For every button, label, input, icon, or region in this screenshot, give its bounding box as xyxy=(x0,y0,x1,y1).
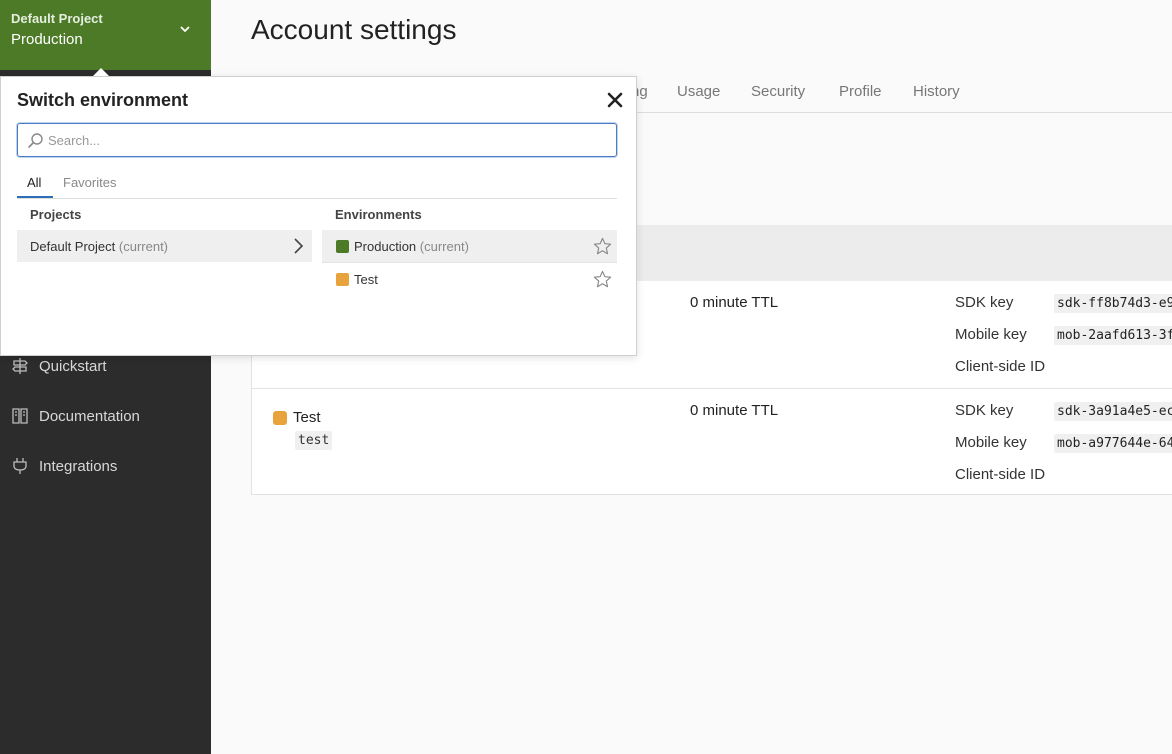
mobile-key-value[interactable]: mob-a977644e-64 xyxy=(1054,434,1172,453)
client-side-id-label: Client-side ID xyxy=(955,358,1046,375)
switch-environment-popover: Switch environment All Favorites Project… xyxy=(0,76,637,356)
environment-item-production[interactable]: Production (current) xyxy=(322,230,617,262)
search-input[interactable] xyxy=(48,129,608,151)
book-icon xyxy=(12,408,28,424)
popover-pointer xyxy=(93,68,109,76)
tab-security[interactable]: Security xyxy=(751,83,805,100)
page-title: Account settings xyxy=(251,14,457,45)
environment-color-swatch xyxy=(336,273,349,286)
chevron-down-icon xyxy=(180,26,190,33)
tab-usage[interactable]: Usage xyxy=(677,83,720,100)
project-item-default[interactable]: Default Project (current) xyxy=(17,230,312,262)
signpost-icon xyxy=(12,358,28,374)
sdk-key-value[interactable]: sdk-3a91a4e5-ec xyxy=(1054,402,1172,421)
tab-history[interactable]: History xyxy=(913,83,960,100)
close-icon[interactable] xyxy=(605,90,625,110)
sdk-key-label: SDK key xyxy=(955,294,1014,311)
popover-tabs: All Favorites xyxy=(17,169,617,199)
active-tab-indicator xyxy=(17,196,53,198)
sidebar-item-label: Documentation xyxy=(39,408,140,425)
current-project-name: Default Project xyxy=(11,11,103,26)
environment-key: test xyxy=(295,431,333,450)
chevron-right-icon xyxy=(294,238,304,254)
sidebar-item-documentation[interactable]: Documentation xyxy=(0,399,211,435)
sidebar-item-integrations[interactable]: Integrations xyxy=(0,449,211,485)
popover-title: Switch environment xyxy=(17,90,189,110)
sdk-key-value[interactable]: sdk-ff8b74d3-e9 xyxy=(1054,294,1172,313)
sidebar-item-label: Quickstart xyxy=(39,358,107,375)
tab-profile[interactable]: Profile xyxy=(839,83,882,100)
sdk-key-label: SDK key xyxy=(955,402,1014,419)
search-icon xyxy=(28,133,43,148)
client-side-id-label: Client-side ID xyxy=(955,466,1046,483)
star-icon[interactable] xyxy=(593,270,612,289)
mobile-key-label: Mobile key xyxy=(955,326,1027,343)
environment-name: Test xyxy=(293,409,321,426)
table-row: Test test 0 minute TTL SDK key sdk-3a91a… xyxy=(252,388,1172,495)
environments-heading: Environments xyxy=(335,207,422,222)
projects-heading: Projects xyxy=(30,207,82,222)
environment-item-label: Test xyxy=(354,272,378,287)
mobile-key-label: Mobile key xyxy=(955,434,1027,451)
ttl-value: 0 minute TTL xyxy=(690,402,779,419)
current-environment-name: Production xyxy=(11,31,83,48)
environment-switcher-button[interactable]: Default Project Production xyxy=(0,0,211,70)
ttl-value: 0 minute TTL xyxy=(690,294,779,311)
environment-item-test[interactable]: Test xyxy=(322,263,617,295)
project-item-label: Default Project (current) xyxy=(30,239,169,254)
tab-all[interactable]: All xyxy=(27,175,41,190)
environment-color-swatch xyxy=(336,240,349,253)
mobile-key-value[interactable]: mob-2aafd613-3f xyxy=(1054,326,1172,345)
search-box xyxy=(17,123,617,157)
environment-item-label: Production (current) xyxy=(354,239,469,254)
tab-favorites[interactable]: Favorites xyxy=(63,175,116,190)
sidebar-item-label: Integrations xyxy=(39,458,118,475)
environment-color-swatch xyxy=(273,411,287,425)
star-icon[interactable] xyxy=(593,237,612,256)
plug-icon xyxy=(13,458,27,474)
